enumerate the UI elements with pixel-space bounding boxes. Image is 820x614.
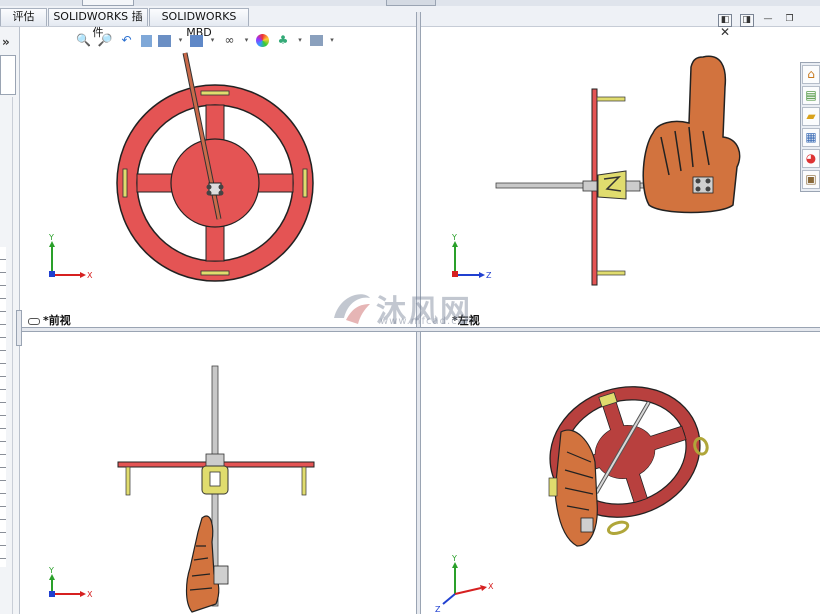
design-library-icon[interactable]: ▤ xyxy=(802,86,820,105)
viewport-left[interactable]: Y Z xyxy=(421,27,800,327)
tab-evaluate[interactable]: 评估 xyxy=(0,8,47,26)
axis-triad: Y X xyxy=(48,233,93,280)
axis-label-z: Z xyxy=(435,605,441,614)
tab-solidworks-mbd[interactable]: SOLIDWORKS MBD xyxy=(149,8,249,39)
file-explorer-icon[interactable]: ▰ xyxy=(802,107,820,126)
expand-panel-icon[interactable]: » xyxy=(2,35,10,49)
axis-label-y: Y xyxy=(48,566,54,575)
viewport-front[interactable]: Y X xyxy=(20,27,416,327)
axis-label-x: X xyxy=(87,271,93,280)
view-link-icon xyxy=(28,317,40,325)
steering-wheel-front xyxy=(116,52,314,282)
panel-filter-box[interactable] xyxy=(0,55,16,95)
axis-triad: Y X xyxy=(48,566,93,599)
command-manager-tabs: 评估 SOLIDWORKS 插件 SOLIDWORKS MBD xyxy=(0,0,820,39)
tab-solidworks-addins[interactable]: SOLIDWORKS 插件 xyxy=(48,8,148,39)
viewport-isometric[interactable]: Y X Z xyxy=(421,332,820,614)
axis-label-z: Z xyxy=(486,271,492,280)
axis-label-y: Y xyxy=(451,554,457,563)
axis-label-y: Y xyxy=(451,233,457,242)
appearances-icon[interactable]: ◕ xyxy=(802,149,820,168)
axis-triad: Y Z xyxy=(451,233,492,280)
minimize-icon[interactable]: — xyxy=(761,14,775,27)
watermark-url: www.mfcad.com xyxy=(380,316,476,327)
tree-item-stubs xyxy=(0,247,6,567)
custom-properties-icon[interactable]: ▣ xyxy=(802,170,820,189)
viewport-top[interactable]: Y X xyxy=(20,332,416,614)
watermark: 沐风网 www.mfcad.com xyxy=(330,286,500,330)
panel-scrollbar[interactable] xyxy=(12,97,18,614)
ribbon-edge xyxy=(0,0,820,6)
task-pane-tabs: ⌂ ▤ ▰ ▦ ◕ ▣ xyxy=(800,62,820,192)
axis-triad: Y X Z xyxy=(435,554,494,614)
watermark-logo xyxy=(334,294,370,324)
home-icon[interactable]: ⌂ xyxy=(802,65,820,84)
axis-label-x: X xyxy=(87,590,93,599)
axis-label-y: Y xyxy=(48,233,54,242)
assembly-top-view xyxy=(117,365,315,613)
axis-label-x: X xyxy=(488,582,494,591)
restore-icon[interactable]: ❐ xyxy=(783,14,797,27)
view-label-front: *前视 xyxy=(28,312,71,328)
assembly-left-view xyxy=(495,55,741,286)
tile-right-icon[interactable]: ◨ xyxy=(739,14,754,27)
solidworks-window: 评估 SOLIDWORKS 插件 SOLIDWORKS MBD » 🔍 🔎 ↶ … xyxy=(0,0,820,614)
view-palette-icon[interactable]: ▦ xyxy=(802,128,820,147)
